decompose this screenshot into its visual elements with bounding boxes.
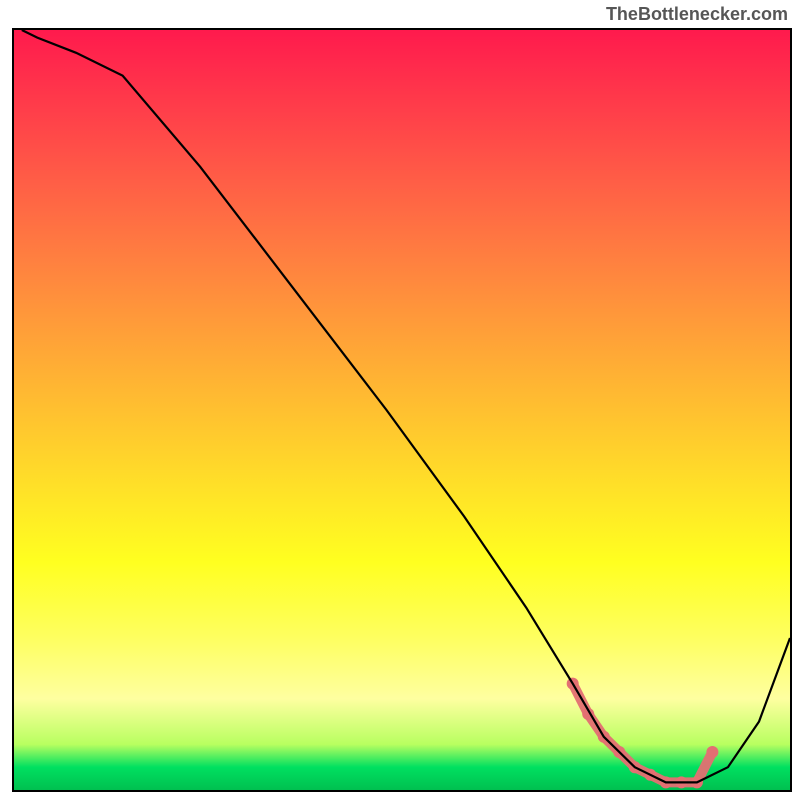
curve-line (22, 30, 790, 782)
highlight-point (706, 746, 718, 758)
chart-plot-area (12, 28, 792, 792)
highlight-line (573, 684, 713, 783)
chart-svg (14, 30, 790, 790)
attribution-text: TheBottlenecker.com (606, 4, 788, 25)
